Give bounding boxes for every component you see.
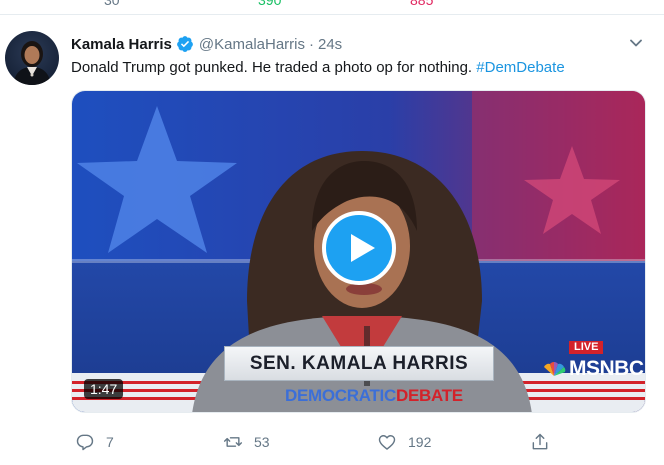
verified-badge-icon	[176, 35, 194, 53]
share-icon	[532, 433, 548, 450]
reply-button[interactable]: 7	[75, 432, 114, 452]
tweet-body: Donald Trump got punked. He traded a pho…	[71, 59, 477, 76]
previous-tweet-actions: 30 390 885	[0, 0, 664, 15]
previous-retweet-count: 390	[258, 0, 282, 8]
retweet-button[interactable]: 53	[223, 432, 270, 452]
like-button[interactable]: 192	[377, 432, 431, 452]
play-icon	[322, 211, 396, 285]
tweet-header: Kamala Harris @KamalaHarris · 24s	[71, 33, 342, 55]
network-logo: MSNBC	[542, 357, 644, 381]
tweet-text: Donald Trump got punked. He traded a pho…	[71, 58, 565, 78]
play-button[interactable]	[321, 210, 397, 286]
author-handle[interactable]: @KamalaHarris	[199, 36, 305, 53]
video-player[interactable]: SEN. KAMALA HARRIS DEMOCRATICDEBATE LIVE…	[71, 90, 646, 413]
avatar[interactable]	[5, 31, 59, 85]
previous-like-count: 885	[410, 0, 434, 8]
tweet-actions: 7 53 192	[71, 432, 551, 456]
like-count: 192	[408, 434, 432, 450]
tweet[interactable]: Kamala Harris @KamalaHarris · 24s Donald…	[0, 15, 664, 465]
reply-icon	[76, 434, 94, 451]
network-name: MSNBC	[569, 357, 644, 380]
live-badge: LIVE	[569, 341, 604, 354]
separator-dot: ·	[309, 35, 314, 53]
debate-chyron-part1: DEMOCRATIC	[285, 386, 396, 405]
debate-chyron-part2: DEBATE	[395, 386, 463, 405]
share-button[interactable]	[530, 432, 550, 452]
debate-chyron: DEMOCRATICDEBATE	[285, 383, 463, 409]
tweet-timestamp[interactable]: 24s	[318, 36, 342, 53]
chevron-down-icon[interactable]	[628, 35, 644, 51]
avatar-portrait-icon	[13, 41, 51, 85]
previous-reply-count: 30	[104, 0, 120, 8]
heart-icon	[378, 435, 396, 450]
hashtag-link[interactable]: #DemDebate	[476, 59, 564, 76]
retweet-count: 53	[254, 434, 270, 450]
video-duration: 1:47	[84, 379, 124, 399]
name-chyron: SEN. KAMALA HARRIS	[224, 346, 494, 381]
author-name[interactable]: Kamala Harris	[71, 36, 172, 53]
reply-count: 7	[106, 434, 114, 450]
retweet-icon	[223, 437, 243, 447]
peacock-icon	[544, 362, 566, 376]
